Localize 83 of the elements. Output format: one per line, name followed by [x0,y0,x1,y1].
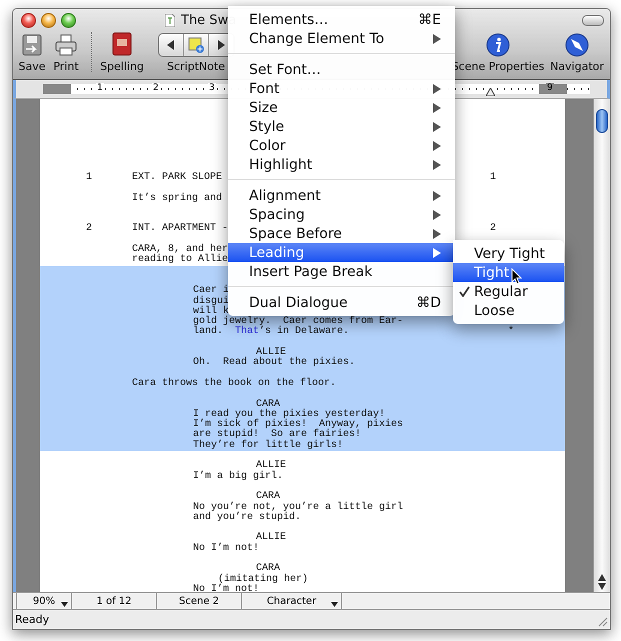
previous-icon [166,40,174,50]
scene-number: 2 [490,224,498,235]
toolbar-label: ScriptNote [167,60,225,73]
script-line: and you’re stupid. [193,512,302,524]
menu-item[interactable]: Space Before [228,224,455,243]
menu-item[interactable]: Leading [228,243,455,262]
script-line: Caer i [193,286,230,296]
zoom-dropdown[interactable]: 90% [16,593,71,609]
scroll-up-icon[interactable] [598,574,606,581]
dropdown-caret-icon [331,602,338,607]
script-line: No I’m not! [193,544,260,554]
toolbar-button[interactable]: Navigator [546,33,608,73]
script-line: It’s spring and [132,194,222,204]
script-line: are stupid! So are fairies! [193,430,362,440]
resize-grip-icon[interactable] [596,615,608,627]
script-line: land. That’s in Delaware. [193,327,350,338]
page-indicator: 1 of 12 [71,593,156,609]
toolbar-button[interactable]: Spelling [92,31,152,73]
script-line: disgui [193,296,230,307]
vertical-scrollbar[interactable] [593,99,610,592]
book-icon [110,31,134,57]
minimize-button[interactable] [41,12,56,28]
script-line: INT. APARTMENT - [132,224,228,235]
info-icon [486,33,510,57]
zoom-button[interactable] [61,12,76,28]
menu-item[interactable]: Insert Page Break [228,262,455,281]
menu-item[interactable]: Style [228,117,455,136]
menu-item[interactable]: Spacing [228,205,455,224]
menu-item[interactable]: Highlight [228,155,455,174]
menu-item[interactable]: Loose [453,301,564,320]
toolbar-label: Spelling [100,60,144,73]
cursor-icon [511,268,522,284]
menu-item[interactable]: Tight [453,263,564,282]
scene-number: 1 [86,173,94,184]
script-line: No you’re not, you’re a little girl [193,502,404,512]
scene-number: 2 [86,224,94,235]
script-line: No I’m not! [193,584,260,592]
scene-indicator: Scene 2 [156,593,241,609]
shortcut-label: ⌘E [418,12,441,28]
script-line: CARA [256,564,280,574]
script-line: I read you the pixies yesterday! [193,410,386,420]
script-line: will k [193,306,230,317]
menu-item[interactable]: Regular [453,282,564,301]
script-line: CARA [256,492,280,502]
scroll-down-icon[interactable] [598,583,606,590]
menu-item[interactable]: Color [228,136,455,155]
script-line: EXT. PARK SLOPE [132,173,222,184]
script-line: CARA [256,400,280,410]
dropdown-caret-icon [61,602,68,607]
menu-item[interactable]: Alignment [228,186,455,205]
script-line: reading to Allie [132,255,228,266]
toolbar-label: Print [53,60,79,73]
printer-icon [54,33,78,57]
toolbar-label: Navigator [550,60,604,73]
script-line: They’re for little girls! [193,440,344,452]
element-dropdown[interactable]: Character [241,593,341,609]
script-line: I’m a big girl. [193,472,284,482]
scroll-thumb[interactable] [596,109,608,133]
script-line: Cara throws the book on the floor. [132,378,336,390]
revision-mark: * [507,327,516,338]
toolbar-button[interactable]: Save [15,33,49,73]
compass-icon [565,33,589,57]
script-line: Oh. Read about the pixies. [193,358,356,369]
menu-item[interactable]: Dual Dialogue ⌘D [228,293,455,312]
status-text: Ready [15,613,50,626]
next-icon [216,40,224,50]
menu-item[interactable]: Very Tight [453,244,564,263]
toolbar-toggle-button[interactable] [582,15,604,26]
window-title: The Swa [181,12,236,28]
toolbar-label: Save [18,60,46,73]
menu-item[interactable]: Size [228,98,455,117]
scene-number: 1 [490,173,498,184]
script-line: ALLIE [256,461,286,472]
menu-item[interactable]: Font [228,79,455,98]
toolbar-button[interactable]: Print [49,33,83,73]
note-icon [188,37,204,53]
shortcut-label: ⌘D [416,294,441,310]
document-icon [165,14,175,26]
script-line: (imitating her) [218,574,308,585]
tab-stop-icon[interactable] [486,88,495,96]
ruler-margin-band [43,84,71,94]
close-button[interactable] [21,12,36,28]
script-line: ALLIE [256,533,286,544]
